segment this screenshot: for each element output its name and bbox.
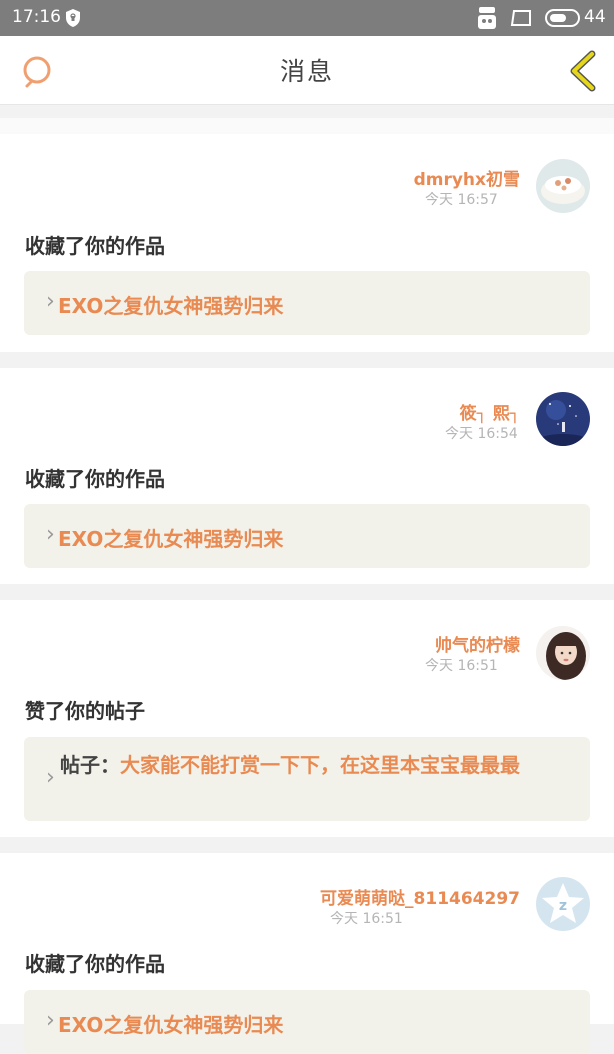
work-title: EXO之复仇女神强势归来 xyxy=(58,294,284,318)
message-time: 今天 16:51 xyxy=(330,911,403,927)
chevron-right-icon: › xyxy=(46,765,55,790)
app-header: 消息 xyxy=(0,36,614,105)
message-action: 收藏了你的作品 xyxy=(25,467,165,491)
user-avatar[interactable] xyxy=(536,159,590,213)
message-user-name[interactable]: 筱┐ 熙┐ xyxy=(460,399,520,424)
shield-icon xyxy=(66,9,80,27)
message-card[interactable]: 帅气的柠檬 今天 16:51 赞了你的帖子 › 帖子：大家能不能打赏一下下，在这… xyxy=(0,600,614,837)
work-link[interactable]: › EXO之复仇女神强势归来 xyxy=(24,271,590,335)
user-avatar[interactable] xyxy=(536,626,590,680)
message-card[interactable]: 可爱萌萌哒_811464297 今天 16:51 z 收藏了你的作品 › EXO… xyxy=(0,853,614,1054)
status-time: 17:16 xyxy=(12,7,61,27)
post-link[interactable]: › 帖子：大家能不能打赏一下下，在这里本宝宝最最最 xyxy=(24,737,590,821)
girl-avatar-icon xyxy=(536,626,590,680)
message-user-name[interactable]: 可爱萌萌哒_811464297 xyxy=(320,884,520,909)
post-text: 帖子：大家能不能打赏一下下，在这里本宝宝最最最 xyxy=(60,751,570,779)
message-time: 今天 16:51 xyxy=(425,658,498,674)
default-avatar-icon: z xyxy=(536,877,590,931)
chevron-right-icon: › xyxy=(46,1008,55,1033)
message-user-name[interactable]: dmryhx初雪 xyxy=(414,165,520,190)
night-sky-avatar-icon xyxy=(536,392,590,446)
message-action: 收藏了你的作品 xyxy=(25,234,165,258)
message-action: 赞了你的帖子 xyxy=(25,699,145,723)
battery-level: 44 xyxy=(584,7,606,27)
chevron-right-icon: › xyxy=(46,289,55,314)
work-link[interactable]: › EXO之复仇女神强势归来 xyxy=(24,504,590,568)
app-notification-icon xyxy=(478,7,496,29)
divider xyxy=(0,118,614,134)
message-card[interactable]: 筱┐ 熙┐ 今天 16:54 收藏了你的作品 › EXO之复仇女神强势归来 xyxy=(0,368,614,584)
battery-icon xyxy=(545,9,580,27)
chevron-right-icon: › xyxy=(46,522,55,547)
post-label: 帖子： xyxy=(60,753,120,777)
message-time: 今天 16:54 xyxy=(445,426,518,442)
work-title: EXO之复仇女神强势归来 xyxy=(58,527,284,551)
screen-icon xyxy=(510,10,531,26)
work-link[interactable]: › EXO之复仇女神强势归来 xyxy=(24,990,590,1054)
message-action: 收藏了你的作品 xyxy=(25,952,165,976)
message-user-name[interactable]: 帅气的柠檬 xyxy=(435,631,520,656)
post-content: 大家能不能打赏一下下，在这里本宝宝最最最 xyxy=(120,753,520,777)
user-avatar[interactable] xyxy=(536,392,590,446)
message-card[interactable]: dmryhx初雪 今天 16:57 收藏了你的作品 › EXO之复仇女神强势归来 xyxy=(0,134,614,352)
status-bar: 17:16 44 xyxy=(0,0,614,36)
page-title: 消息 xyxy=(279,57,334,86)
user-avatar[interactable]: z xyxy=(536,877,590,931)
svg-text:z: z xyxy=(559,898,567,914)
message-time: 今天 16:57 xyxy=(425,192,498,208)
cake-avatar-icon xyxy=(536,159,590,213)
back-arrow-icon[interactable] xyxy=(566,50,600,92)
